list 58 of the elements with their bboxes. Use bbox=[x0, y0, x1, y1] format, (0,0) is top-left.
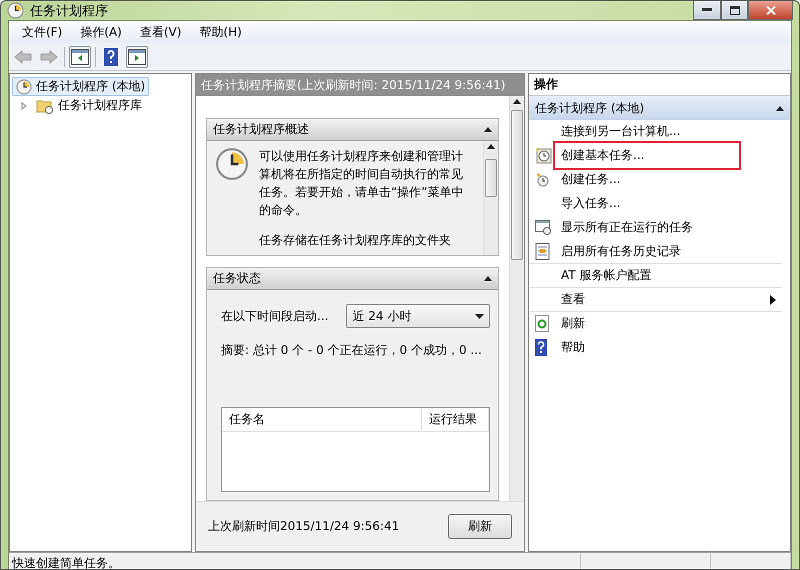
overview-text: 可以使用任务计划程序来创建和管理计算机将在所指定的时间自动执行的常见任务。若要开始，请单击“操作”菜单中的命令。 bbox=[259, 148, 464, 219]
overview-text: 任务存储在任务计划程序库的文件夹 bbox=[259, 232, 452, 249]
maximize-button[interactable] bbox=[721, 1, 748, 20]
close-button[interactable] bbox=[748, 1, 793, 20]
refresh-icon bbox=[535, 315, 549, 332]
panel-header: 任务计划程序摘要(上次刷新时间: 2015/11/24 9:56:41) bbox=[196, 74, 524, 96]
close-icon bbox=[766, 6, 776, 14]
window-clock-icon bbox=[535, 220, 552, 235]
scroll-up-icon[interactable] bbox=[487, 144, 495, 149]
action-item[interactable]: 查看 bbox=[555, 287, 591, 312]
column-header[interactable]: 任务名 bbox=[222, 408, 422, 431]
help-icon bbox=[535, 339, 547, 356]
folder-clock-icon bbox=[36, 98, 54, 114]
tree-item[interactable]: 任务计划程序 (本地) bbox=[12, 77, 150, 96]
document-list-icon bbox=[535, 243, 550, 260]
menu-item[interactable]: 文件(F) bbox=[13, 24, 72, 40]
menu-item[interactable]: 查看(V) bbox=[130, 24, 190, 40]
clock-icon bbox=[215, 147, 249, 181]
action-item[interactable]: AT 服务帐户配置 bbox=[555, 263, 658, 288]
period-dropdown[interactable]: 近 24 小时 bbox=[346, 304, 490, 328]
help-icon[interactable] bbox=[104, 48, 118, 66]
action-item[interactable]: 启用所有任务历史记录 bbox=[555, 239, 687, 264]
show-pane-icon[interactable] bbox=[128, 48, 146, 64]
action-item[interactable]: 创建任务... bbox=[555, 167, 626, 192]
action-item[interactable]: 显示所有正在运行的任务 bbox=[555, 215, 699, 240]
status-text: 快速创建简单任务。 bbox=[9, 553, 581, 569]
refresh-button[interactable]: 刷新 bbox=[448, 514, 512, 539]
dropdown-caret-icon bbox=[475, 314, 484, 318]
tree-item[interactable]: 任务计划程序库 bbox=[32, 96, 146, 115]
minimize-icon bbox=[702, 8, 712, 12]
minimize-button[interactable] bbox=[693, 1, 721, 20]
collapse-arrow-icon[interactable] bbox=[484, 276, 492, 281]
menu-item[interactable]: 操作(A) bbox=[71, 24, 131, 40]
show-tree-icon[interactable] bbox=[71, 48, 89, 64]
column-header[interactable]: 运行结果 bbox=[422, 408, 489, 431]
collapse-arrow-icon[interactable] bbox=[776, 106, 784, 110]
section-title: 任务状态 bbox=[213, 270, 261, 287]
menu-item[interactable]: 帮助(H) bbox=[190, 24, 251, 40]
clock-sparkle-icon bbox=[535, 172, 550, 187]
scrollbar[interactable] bbox=[483, 141, 498, 255]
action-item[interactable]: 创建基本任务... bbox=[555, 143, 739, 168]
scroll-up-icon[interactable] bbox=[513, 99, 521, 104]
maximize-icon bbox=[730, 6, 740, 14]
action-item[interactable]: 导入任务... bbox=[555, 191, 626, 216]
action-group-header[interactable]: 任务计划程序 (本地) bbox=[529, 96, 790, 120]
scrollbar[interactable] bbox=[509, 96, 524, 501]
action-item[interactable]: 连接到另一台计算机... bbox=[555, 119, 686, 144]
last-refresh-text: 上次刷新时间2015/11/24 9:56:41 bbox=[208, 518, 400, 535]
collapse-arrow-icon[interactable] bbox=[484, 127, 492, 132]
period-label: 在以下时间段启动... bbox=[221, 308, 328, 324]
summary-text: 摘要: 总计 0 个 - 0 个正在运行，0 个成功，0 ... bbox=[221, 342, 483, 359]
action-item[interactable]: 刷新 bbox=[555, 311, 591, 336]
section-title: 任务计划程序概述 bbox=[213, 121, 309, 138]
clock-sparkle-icon bbox=[535, 147, 552, 164]
window-title: 任务计划程序 bbox=[30, 2, 108, 20]
action-item[interactable]: 帮助 bbox=[555, 335, 591, 360]
clock-icon bbox=[16, 78, 32, 94]
expand-caret-icon[interactable] bbox=[20, 102, 28, 110]
